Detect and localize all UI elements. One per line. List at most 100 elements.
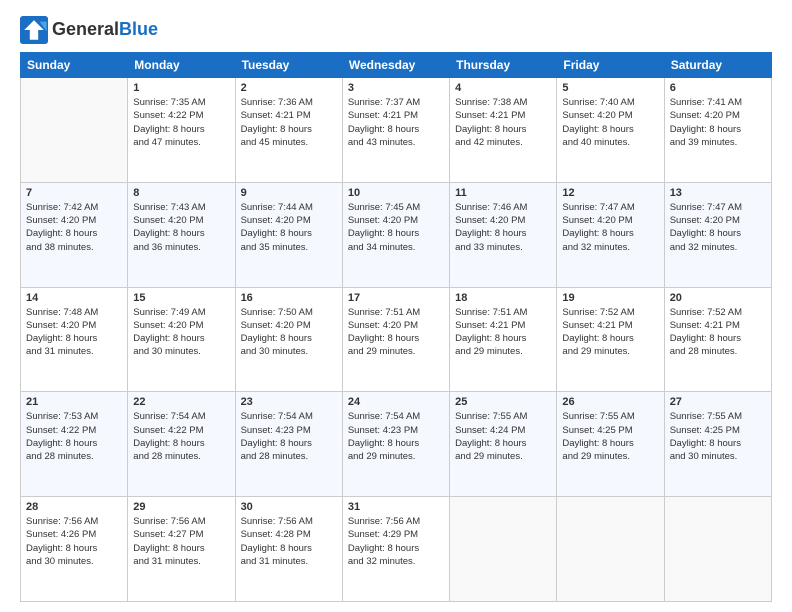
weekday-header-saturday: Saturday — [664, 53, 771, 78]
calendar-cell: 12Sunrise: 7:47 AM Sunset: 4:20 PM Dayli… — [557, 182, 664, 287]
calendar-cell: 2Sunrise: 7:36 AM Sunset: 4:21 PM Daylig… — [235, 78, 342, 183]
day-info: Sunrise: 7:55 AM Sunset: 4:24 PM Dayligh… — [455, 410, 551, 463]
calendar-cell: 11 Sunrise: 7:46 AM Sunset: 4:20 PM Dayli… — [450, 182, 557, 287]
calendar-cell: 20Sunrise: 7:52 AM Sunset: 4:21 PM Dayli… — [664, 287, 771, 392]
day-number: 28 — [26, 501, 122, 513]
day-number: 4 — [455, 82, 551, 94]
calendar-cell — [21, 78, 128, 183]
calendar-cell: 9Sunrise: 7:44 AM Sunset: 4:20 PM Daylig… — [235, 182, 342, 287]
calendar-cell: 21 Sunrise: 7:53 AM Sunset: 4:22 PM Dayli… — [21, 392, 128, 497]
weekday-header-monday: Monday — [128, 53, 235, 78]
day-info: Sunrise: 7:56 AM Sunset: 4:26 PM Dayligh… — [26, 515, 122, 568]
day-number: 12 — [562, 187, 658, 199]
calendar-cell: 7 Sunrise: 7:42 AM Sunset: 4:20 PM Daylig… — [21, 182, 128, 287]
day-info: Sunrise: 7:50 AM Sunset: 4:20 PM Dayligh… — [241, 306, 337, 359]
day-number: 24 — [348, 396, 444, 408]
weekday-header-wednesday: Wednesday — [342, 53, 449, 78]
day-number: 20 — [670, 292, 766, 304]
day-number: 14 — [26, 292, 122, 304]
weekday-header-row: SundayMondayTuesdayWednesdayThursdayFrid… — [21, 53, 772, 78]
day-info: Sunrise: 7:56 AM Sunset: 4:27 PM Dayligh… — [133, 515, 229, 568]
day-info: Sunrise: 7:49 AM Sunset: 4:20 PM Dayligh… — [133, 306, 229, 359]
calendar-cell: 8 Sunrise: 7:43 AM Sunset: 4:20 PM Daylig… — [128, 182, 235, 287]
calendar-cell — [557, 497, 664, 602]
day-info: Sunrise: 7:38 AM Sunset: 4:21 PM Dayligh… — [455, 96, 551, 149]
day-number: 29 — [133, 501, 229, 513]
logo-text: GeneralBlue — [52, 20, 158, 40]
day-info: Sunrise: 7:41 AM Sunset: 4:20 PM Dayligh… — [670, 96, 766, 149]
day-info: Sunrise: 7:42 AM Sunset: 4:20 PM Dayligh… — [26, 201, 122, 254]
day-info: Sunrise: 7:51 AM Sunset: 4:20 PM Dayligh… — [348, 306, 444, 359]
day-info: Sunrise: 7:48 AM Sunset: 4:20 PM Dayligh… — [26, 306, 122, 359]
calendar-cell: 18 Sunrise: 7:51 AM Sunset: 4:21 PM Dayli… — [450, 287, 557, 392]
day-number: 19 — [562, 292, 658, 304]
calendar-cell: 28 Sunrise: 7:56 AM Sunset: 4:26 PM Dayli… — [21, 497, 128, 602]
calendar-body: 1 Sunrise: 7:35 AM Sunset: 4:22 PM Daylig… — [21, 78, 772, 602]
day-number: 7 — [26, 187, 122, 199]
day-info: Sunrise: 7:54 AM Sunset: 4:23 PM Dayligh… — [241, 410, 337, 463]
calendar-table: SundayMondayTuesdayWednesdayThursdayFrid… — [20, 52, 772, 602]
weekday-header-friday: Friday — [557, 53, 664, 78]
day-info: Sunrise: 7:55 AM Sunset: 4:25 PM Dayligh… — [670, 410, 766, 463]
day-info: Sunrise: 7:46 AM Sunset: 4:20 PM Dayligh… — [455, 201, 551, 254]
calendar-cell: 5Sunrise: 7:40 AM Sunset: 4:20 PM Daylig… — [557, 78, 664, 183]
day-number: 13 — [670, 187, 766, 199]
day-info: Sunrise: 7:51 AM Sunset: 4:21 PM Dayligh… — [455, 306, 551, 359]
logo-icon — [20, 16, 48, 44]
day-info: Sunrise: 7:56 AM Sunset: 4:28 PM Dayligh… — [241, 515, 337, 568]
day-number: 30 — [241, 501, 337, 513]
day-number: 8 — [133, 187, 229, 199]
calendar-week-3: 21 Sunrise: 7:53 AM Sunset: 4:22 PM Dayli… — [21, 392, 772, 497]
day-info: Sunrise: 7:36 AM Sunset: 4:21 PM Dayligh… — [241, 96, 337, 149]
calendar-week-2: 14 Sunrise: 7:48 AM Sunset: 4:20 PM Dayli… — [21, 287, 772, 392]
calendar-cell: 15 Sunrise: 7:49 AM Sunset: 4:20 PM Dayli… — [128, 287, 235, 392]
calendar-cell: 24 Sunrise: 7:54 AM Sunset: 4:23 PM Dayli… — [342, 392, 449, 497]
day-info: Sunrise: 7:55 AM Sunset: 4:25 PM Dayligh… — [562, 410, 658, 463]
day-info: Sunrise: 7:44 AM Sunset: 4:20 PM Dayligh… — [241, 201, 337, 254]
day-number: 10 — [348, 187, 444, 199]
calendar-cell — [664, 497, 771, 602]
weekday-header-tuesday: Tuesday — [235, 53, 342, 78]
day-number: 31 — [348, 501, 444, 513]
calendar-cell: 4 Sunrise: 7:38 AM Sunset: 4:21 PM Daylig… — [450, 78, 557, 183]
calendar-cell: 27 Sunrise: 7:55 AM Sunset: 4:25 PM Dayli… — [664, 392, 771, 497]
logo: GeneralBlue — [20, 16, 158, 44]
day-number: 21 — [26, 396, 122, 408]
day-number: 25 — [455, 396, 551, 408]
day-info: Sunrise: 7:40 AM Sunset: 4:20 PM Dayligh… — [562, 96, 658, 149]
day-number: 11 — [455, 187, 551, 199]
day-info: Sunrise: 7:35 AM Sunset: 4:22 PM Dayligh… — [133, 96, 229, 149]
day-number: 22 — [133, 396, 229, 408]
calendar-header: SundayMondayTuesdayWednesdayThursdayFrid… — [21, 53, 772, 78]
day-info: Sunrise: 7:45 AM Sunset: 4:20 PM Dayligh… — [348, 201, 444, 254]
day-number: 27 — [670, 396, 766, 408]
day-info: Sunrise: 7:43 AM Sunset: 4:20 PM Dayligh… — [133, 201, 229, 254]
day-info: Sunrise: 7:37 AM Sunset: 4:21 PM Dayligh… — [348, 96, 444, 149]
calendar-week-1: 7 Sunrise: 7:42 AM Sunset: 4:20 PM Daylig… — [21, 182, 772, 287]
calendar-cell: 30 Sunrise: 7:56 AM Sunset: 4:28 PM Dayli… — [235, 497, 342, 602]
calendar-cell: 13 Sunrise: 7:47 AM Sunset: 4:20 PM Dayli… — [664, 182, 771, 287]
day-info: Sunrise: 7:54 AM Sunset: 4:23 PM Dayligh… — [348, 410, 444, 463]
day-info: Sunrise: 7:56 AM Sunset: 4:29 PM Dayligh… — [348, 515, 444, 568]
calendar-cell: 6Sunrise: 7:41 AM Sunset: 4:20 PM Daylig… — [664, 78, 771, 183]
calendar-cell: 31 Sunrise: 7:56 AM Sunset: 4:29 PM Dayli… — [342, 497, 449, 602]
day-number: 18 — [455, 292, 551, 304]
calendar-cell: 29 Sunrise: 7:56 AM Sunset: 4:27 PM Dayli… — [128, 497, 235, 602]
calendar-cell: 1 Sunrise: 7:35 AM Sunset: 4:22 PM Daylig… — [128, 78, 235, 183]
calendar-cell: 23Sunrise: 7:54 AM Sunset: 4:23 PM Dayli… — [235, 392, 342, 497]
calendar-cell: 26Sunrise: 7:55 AM Sunset: 4:25 PM Dayli… — [557, 392, 664, 497]
day-number: 17 — [348, 292, 444, 304]
weekday-header-thursday: Thursday — [450, 53, 557, 78]
day-number: 15 — [133, 292, 229, 304]
page: GeneralBlue SundayMondayTuesdayWednesday… — [0, 0, 792, 612]
calendar-week-4: 28 Sunrise: 7:56 AM Sunset: 4:26 PM Dayli… — [21, 497, 772, 602]
calendar-cell: 17 Sunrise: 7:51 AM Sunset: 4:20 PM Dayli… — [342, 287, 449, 392]
day-info: Sunrise: 7:53 AM Sunset: 4:22 PM Dayligh… — [26, 410, 122, 463]
day-number: 1 — [133, 82, 229, 94]
day-info: Sunrise: 7:47 AM Sunset: 4:20 PM Dayligh… — [670, 201, 766, 254]
calendar-cell: 3Sunrise: 7:37 AM Sunset: 4:21 PM Daylig… — [342, 78, 449, 183]
weekday-header-sunday: Sunday — [21, 53, 128, 78]
day-info: Sunrise: 7:52 AM Sunset: 4:21 PM Dayligh… — [562, 306, 658, 359]
header: GeneralBlue — [20, 16, 772, 44]
day-number: 16 — [241, 292, 337, 304]
